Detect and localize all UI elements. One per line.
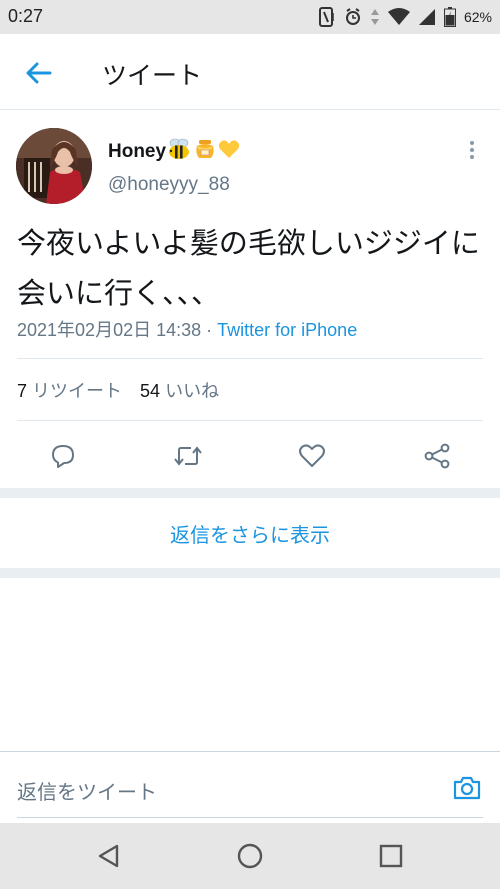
back-button[interactable] [22,56,56,90]
like-button[interactable] [297,441,327,471]
home-circle-icon [237,843,263,869]
nav-back-button[interactable] [92,839,126,873]
nav-home-button[interactable] [233,839,267,873]
page-title: ツイート [102,61,203,90]
author-name[interactable]: Honey [108,138,240,166]
retweet-count: 7 [17,381,28,401]
avatar[interactable] [16,128,92,204]
retweet-stat[interactable]: 7 リツイート [17,381,122,401]
meta-separator: · [201,320,218,340]
retweet-icon [174,446,202,466]
tweet-actions [0,436,500,476]
reply-input[interactable]: 返信をツイート [17,776,157,805]
recents-square-icon [379,844,403,868]
alarm-icon [344,7,362,27]
nav-recents-button[interactable] [374,839,408,873]
tweet-stats: 7 リツイート 54 いいね [17,377,219,403]
bee-emoji [168,138,192,166]
more-dot [470,141,474,145]
reply-button[interactable] [48,441,78,471]
nfc-icon [318,7,336,27]
tweet-client-link[interactable]: Twitter for iPhone [217,320,357,340]
share-button[interactable] [422,441,452,471]
back-triangle-icon [98,844,119,868]
retweet-button[interactable] [173,441,203,471]
system-nav-bar [0,823,500,889]
arrow-left-icon [26,62,52,84]
camera-button[interactable] [450,772,484,804]
camera-icon [453,776,481,800]
divider [17,358,483,359]
tweet-meta: 2021年02月02日 14:38 · Twitter for iPhone [17,316,357,342]
battery-icon [443,7,456,27]
reply-underline [17,817,483,818]
reply-composer: 返信をツイート [0,751,500,823]
like-label: いいね [165,381,220,401]
like-icon [299,444,325,467]
wifi-icon [387,8,410,26]
more-dot [470,148,474,152]
signal-icon [418,8,436,26]
section-gap [0,568,500,578]
tweet-timestamp: 2021年02月02日 14:38 [17,320,202,340]
divider [17,420,483,421]
retweet-label: リツイート [32,381,123,401]
author-handle[interactable]: @honeyyy_88 [108,174,230,196]
yellow-heart-emoji [218,139,240,165]
tweet-text: 今夜いよいよ髪の毛欲しいジジイに会いに行く、、、 [17,226,480,310]
status-icons: 62% [318,6,492,28]
top-app-bar: ツイート [0,34,500,110]
status-bar: 0:27 62% [0,0,500,34]
status-time: 0:27 [8,6,44,26]
more-dot [470,155,474,159]
data-arrows-icon [370,7,380,27]
battery-percentage: 62% [463,9,492,25]
section-gap [0,488,500,498]
share-icon [424,443,450,469]
honey-pot-emoji [194,138,216,166]
like-stat[interactable]: 54 いいね [140,381,219,401]
author-name-text: Honey [108,141,167,162]
more-options-button[interactable] [462,138,482,162]
show-more-replies-button[interactable]: 返信をさらに表示 [0,498,500,568]
reply-icon [52,445,74,468]
like-count: 54 [140,381,161,401]
